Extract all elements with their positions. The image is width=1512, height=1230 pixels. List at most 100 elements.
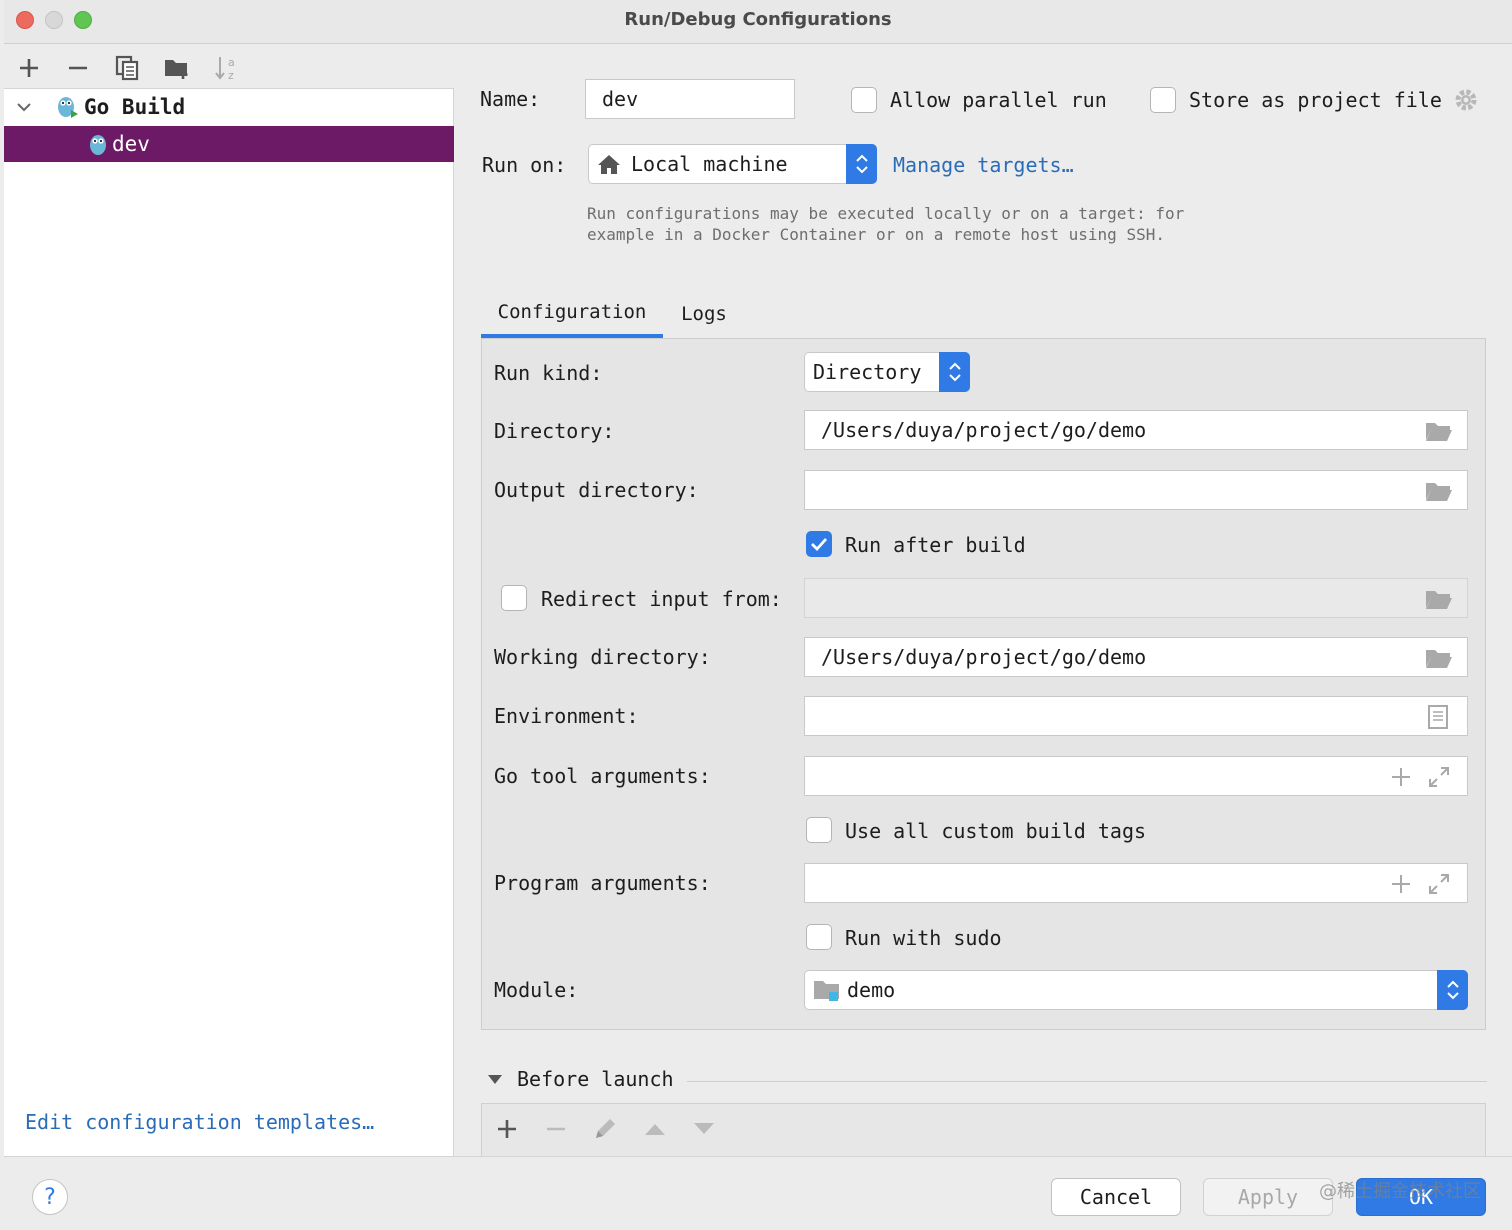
triangle-down-icon [694,1123,714,1134]
cancel-button[interactable]: Cancel [1051,1178,1181,1216]
module-label: Module: [494,978,579,1002]
chevron-updown-icon [948,362,961,382]
plus-icon [498,1120,516,1138]
program-arguments-input[interactable] [804,863,1468,903]
tree-item-label: Go Build [84,95,186,119]
folder-open-icon[interactable] [1425,480,1453,502]
tab-configuration[interactable]: Configuration [481,290,663,338]
sort-configurations-button[interactable]: az [211,53,241,83]
run-on-stepper[interactable] [846,144,877,184]
before-launch-label: Before launch [517,1067,674,1091]
working-directory-value: /Users/duya/project/go/demo [821,645,1147,669]
name-label: Name: [480,87,541,111]
apply-button[interactable]: Apply [1203,1178,1333,1216]
hint-line: example in a Docker Container or on a re… [587,225,1165,244]
move-task-down-button[interactable] [689,1114,719,1144]
module-stepper[interactable] [1437,970,1468,1010]
triangle-down-icon [488,1075,502,1084]
go-tool-arguments-input[interactable] [804,756,1468,796]
chevron-down-icon[interactable] [16,99,32,115]
remove-configuration-button[interactable] [63,53,93,83]
use-custom-build-tags-checkbox[interactable] [806,817,832,843]
plus-icon[interactable] [1391,874,1411,894]
remove-task-button[interactable] [541,1114,571,1144]
directory-input[interactable]: /Users/duya/project/go/demo [804,410,1468,450]
gopher-icon [90,135,106,155]
configuration-panel: Run kind: Directory Directory: /Users/du… [481,338,1486,1030]
gear-icon[interactable] [1453,87,1479,113]
tree-item-go-build[interactable]: Go Build [4,89,454,125]
store-as-project-file-label: Store as project file [1189,88,1442,112]
dialog-button-bar: ? Cancel Apply OK @稀土掘金技术社区 [4,1156,1512,1230]
title-bar: Run/Debug Configurations [4,0,1512,44]
before-launch-toolbar [481,1103,1486,1156]
environment-input[interactable] [804,696,1468,736]
run-with-sudo-checkbox[interactable] [806,924,832,950]
window-title: Run/Debug Configurations [624,9,892,30]
move-task-up-button[interactable] [640,1114,670,1144]
run-kind-stepper[interactable] [939,352,970,392]
add-configuration-button[interactable] [14,53,44,83]
add-task-button[interactable] [492,1114,522,1144]
directory-label: Directory: [494,419,615,443]
gopher-run-icon [58,97,78,118]
run-after-build-checkbox[interactable] [806,531,832,557]
program-arguments-label: Program arguments: [494,871,711,895]
configurations-sidebar: az Go Build dev Edit configuration templ… [4,45,454,1156]
manage-targets-link[interactable]: Manage targets… [893,153,1074,177]
expand-icon[interactable] [1427,872,1451,896]
before-launch-toggle[interactable]: Before launch [487,1067,674,1091]
working-directory-input[interactable]: /Users/duya/project/go/demo [804,637,1468,677]
minus-icon [69,66,87,70]
divider [687,1081,1487,1082]
watermark: @稀土掘金技术社区 [1319,1181,1481,1202]
run-on-hint: Run configurations may be executed local… [587,203,1184,245]
tree-item-dev[interactable]: dev [4,126,454,162]
svg-text:z: z [228,69,234,82]
allow-parallel-run-label: Allow parallel run [890,88,1107,112]
sidebar-toolbar: az [4,45,454,89]
tab-logs[interactable]: Logs [671,290,737,338]
module-value: demo [847,978,896,1002]
edit-task-button[interactable] [590,1114,620,1144]
configuration-editor: Name: dev Allow parallel run Store as pr… [455,45,1512,1156]
module-select[interactable]: demo [804,970,1468,1010]
folder-open-icon[interactable] [1425,420,1453,442]
redirect-input-checkbox[interactable] [501,585,527,611]
run-after-build-label: Run after build [845,533,1026,557]
run-with-sudo-label: Run with sudo [845,926,1002,950]
plus-icon[interactable] [1391,767,1411,787]
edit-configuration-templates-link[interactable]: Edit configuration templates… [25,1110,374,1134]
minus-icon [547,1127,565,1131]
copy-configuration-button[interactable] [112,53,142,83]
run-kind-label: Run kind: [494,361,603,385]
triangle-up-icon [645,1124,665,1135]
run-kind-select[interactable]: Directory [804,352,970,392]
help-button[interactable]: ? [32,1179,68,1215]
chevron-updown-icon [1446,980,1459,1000]
run-debug-configurations-window: Run/Debug Configurations az Go Build dev… [4,0,1512,1230]
sort-alpha-icon: az [215,56,235,82]
use-custom-build-tags-label: Use all custom build tags [845,819,1147,843]
allow-parallel-run-checkbox[interactable] [851,87,877,113]
home-icon [598,155,620,174]
go-tool-arguments-label: Go tool arguments: [494,764,711,788]
folder-open-icon [1426,591,1452,609]
store-as-project-file-checkbox[interactable] [1150,87,1176,113]
run-on-select[interactable]: Local machine [588,144,877,184]
document-icon[interactable] [1427,704,1449,730]
hint-line: Run configurations may be executed local… [587,204,1185,223]
plus-icon [20,59,38,77]
redirect-input-label: Redirect input from: [541,587,782,611]
new-folder-button[interactable] [162,53,192,83]
svg-text:a: a [228,56,235,69]
working-directory-label: Working directory: [494,645,711,669]
output-directory-input[interactable] [804,470,1468,510]
run-on-value: Local machine [631,152,788,176]
expand-icon[interactable] [1427,765,1451,789]
folder-open-icon[interactable] [1425,647,1453,669]
tree-item-label: dev [112,132,150,156]
run-kind-value: Directory [813,360,922,384]
name-input[interactable]: dev [585,79,795,119]
module-folder-icon [814,981,839,1001]
